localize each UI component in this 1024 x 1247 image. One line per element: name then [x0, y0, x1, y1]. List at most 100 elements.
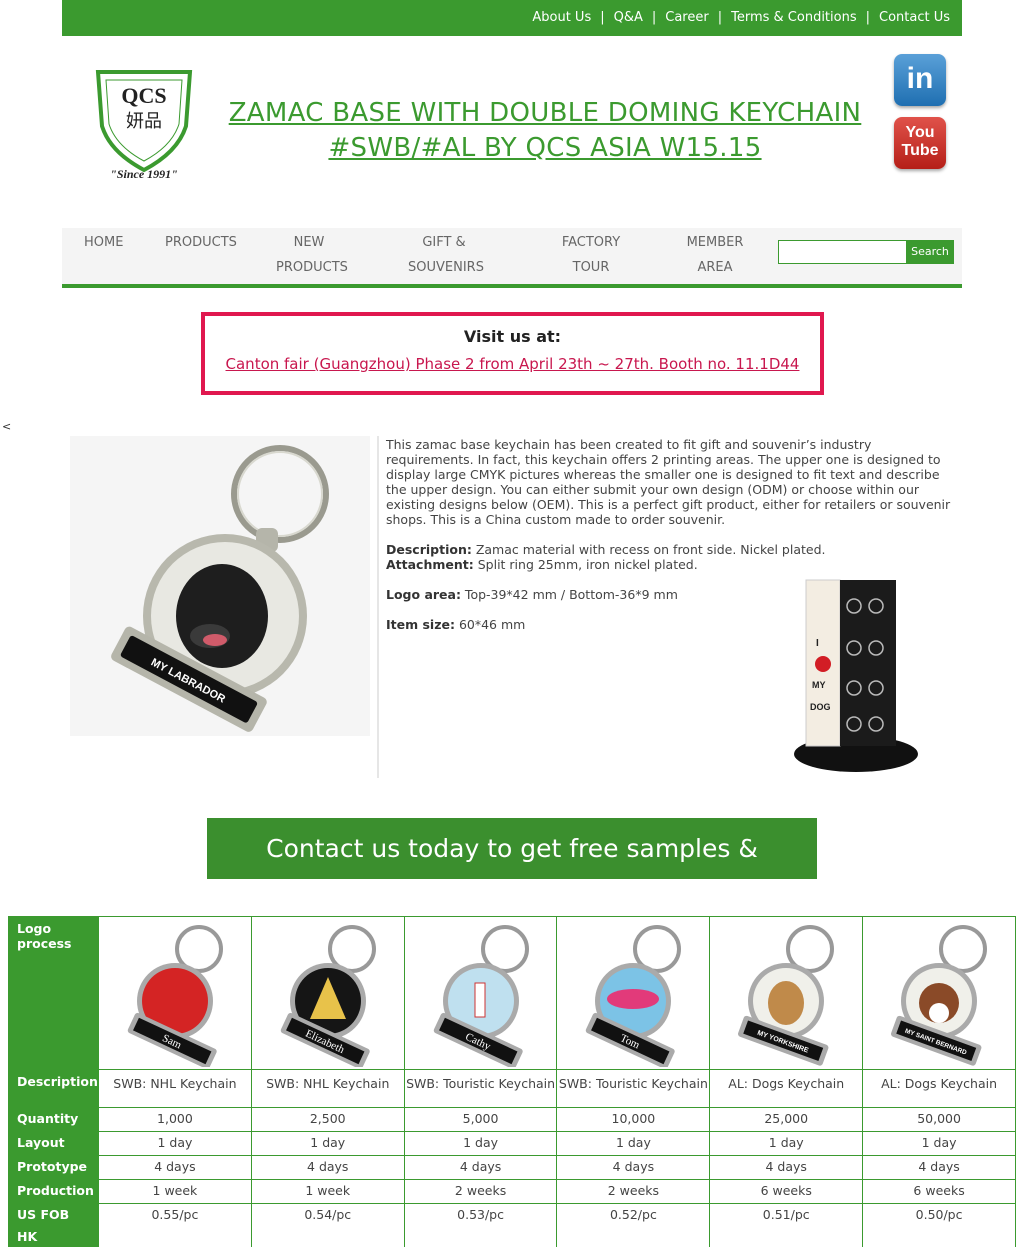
terms-link[interactable]: Terms & Conditions: [731, 10, 857, 25]
row-label-production: Production: [8, 1179, 99, 1204]
keychain-cell: Tom: [556, 916, 711, 1070]
table-cell: SWB: NHL Keychain: [250, 1069, 405, 1108]
table-cell: 1 day: [403, 1131, 558, 1156]
table-row: Production 1 week 1 week 2 weeks 2 weeks…: [8, 1179, 1016, 1204]
keychain-cell: Sam: [98, 916, 252, 1070]
row-label-description: Description: [8, 1069, 99, 1108]
table-row: US FOB HK 0.55/pc 0.54/pc 0.53/pc 0.52/p…: [8, 1203, 1016, 1247]
page-title: ZAMAC BASE WITH DOUBLE DOMING KEYCHAIN #…: [210, 96, 880, 166]
nav-home[interactable]: HOME: [84, 230, 123, 255]
visit-title: Visit us at:: [463, 327, 562, 346]
lighthouse-keychain-icon: Cathy: [433, 925, 529, 1067]
table-cell: 0.54/pc: [250, 1203, 405, 1247]
top-bar: About Us | Q&A | Career | Terms & Conditions | C…: [62, 0, 962, 36]
qcs-logo[interactable]: QCS 妍品 "Since 1991": [94, 66, 194, 186]
table-cell: 1,000: [98, 1107, 252, 1132]
linkedin-icon[interactable]: in: [894, 54, 946, 106]
pricing-table: Logo process Sam Elizabeth Cathy Tom MY …: [8, 916, 1016, 1247]
linkedin-label: in: [906, 62, 934, 95]
row-label-quantity: Quantity: [8, 1107, 99, 1132]
keychain-cell: Cathy: [403, 916, 558, 1070]
table-cell: 2 weeks: [556, 1179, 711, 1204]
logo-area-value: Top-39*42 mm / Bottom-36*9 mm: [460, 587, 678, 602]
youtube-label-2: Tube: [901, 142, 939, 159]
nav-factory-tour[interactable]: FACTORY TOUR: [558, 230, 624, 280]
nav-gift-line-1: GIFT &: [422, 235, 466, 250]
nav-new-products[interactable]: NEW PRODUCTS: [276, 230, 348, 280]
nav-factory-line-2: TOUR: [572, 260, 610, 275]
row-label-prototype: Prototype: [8, 1155, 99, 1180]
table-cell: 6 weeks: [709, 1179, 864, 1204]
keychain-cell: Elizabeth: [250, 916, 405, 1070]
nav-member-line-1: MEMBER: [686, 235, 744, 250]
table-cell: 0.50/pc: [862, 1203, 1016, 1247]
product-image: MY LABRADOR: [70, 436, 370, 736]
table-cell: 1 week: [98, 1179, 252, 1204]
nhl-senators-keychain-icon: Sam: [127, 925, 223, 1067]
top-links: About Us | Q&A | Career | Terms & Conditions | C…: [532, 10, 950, 25]
nav-new-line-1: NEW: [293, 235, 325, 250]
desc-label: Description:: [386, 542, 472, 557]
keychain-cell: MY SAINT BERNARD: [862, 916, 1016, 1070]
contact-us-link[interactable]: Contact Us: [879, 10, 950, 25]
youtube-icon[interactable]: You Tube: [894, 117, 946, 169]
table-row: Layout 1 day 1 day 1 day 1 day 1 day 1 d…: [8, 1131, 1016, 1156]
nav-gift-souvenirs[interactable]: GIFT & SOUVENIRS: [408, 230, 484, 280]
table-cell: 1 day: [250, 1131, 405, 1156]
table-cell: SWB: NHL Keychain: [98, 1069, 252, 1108]
display-text-2: MY: [812, 680, 826, 690]
yorkshire-keychain-icon: MY YORKSHIRE: [738, 925, 835, 1066]
table-cell: AL: Dogs Keychain: [862, 1069, 1016, 1108]
table-row: Quantity 1,000 2,500 5,000 10,000 25,000…: [8, 1107, 1016, 1132]
product-specs: Description: Zamac material with recess …: [386, 542, 961, 572]
table-cell: 4 days: [250, 1155, 405, 1180]
table-cell: SWB: Touristic Keychain: [403, 1069, 558, 1108]
row-label-logo-process: Logo process: [8, 916, 99, 1070]
separator: |: [651, 10, 657, 25]
row-label-layout: Layout: [8, 1131, 99, 1156]
nav-member-area[interactable]: MEMBER AREA: [682, 230, 748, 280]
about-us-link[interactable]: About Us: [532, 10, 591, 25]
table-row: Prototype 4 days 4 days 4 days 4 days 4 …: [8, 1155, 1016, 1180]
attachment-label: Attachment:: [386, 557, 474, 572]
qa-link[interactable]: Q&A: [614, 10, 643, 25]
nhl-penguins-keychain-icon: Elizabeth: [280, 925, 376, 1067]
display-text-3: DOG: [810, 702, 831, 712]
table-cell: 5,000: [403, 1107, 558, 1132]
shield-icon: QCS 妍品 "Since 1991": [95, 70, 193, 181]
table-cell: 1 day: [98, 1131, 252, 1156]
stray-character: <: [2, 420, 12, 433]
separator: |: [717, 10, 723, 25]
las-vegas-keychain-icon: Tom: [586, 925, 682, 1067]
table-cell: 4 days: [862, 1155, 1016, 1180]
career-link[interactable]: Career: [665, 10, 708, 25]
table-cell: 2 weeks: [403, 1179, 558, 1204]
keychain-cell: MY YORKSHIRE: [709, 916, 864, 1070]
table-row: Logo process Sam Elizabeth Cathy Tom MY …: [8, 916, 1016, 1070]
table-cell: 4 days: [556, 1155, 711, 1180]
canton-fair-link[interactable]: Canton fair (Guangzhou) Phase 2 from Apr…: [205, 355, 820, 373]
table-cell: 2,500: [250, 1107, 405, 1132]
nav-new-line-2: PRODUCTS: [276, 260, 348, 275]
vertical-divider: [377, 436, 379, 778]
search-input[interactable]: [778, 240, 908, 264]
table-cell: 1 week: [250, 1179, 405, 1204]
table-cell: 1 day: [556, 1131, 711, 1156]
title-line-2: #SWB/#AL BY QCS ASIA W15.15: [328, 133, 762, 163]
separator: |: [865, 10, 870, 25]
table-cell: SWB: Touristic Keychain: [556, 1069, 711, 1108]
logo-area-label: Logo area:: [386, 587, 461, 602]
table-cell: 1 day: [709, 1131, 864, 1156]
item-size-label: Item size:: [386, 617, 455, 632]
table-cell: 10,000: [556, 1107, 711, 1132]
contact-cta-banner[interactable]: Contact us today to get free samples & p…: [207, 818, 817, 924]
table-cell: 0.55/pc: [98, 1203, 252, 1247]
product-intro: This zamac base keychain has been create…: [386, 437, 951, 527]
table-cell: 4 days: [709, 1155, 864, 1180]
row-label-us-fob-hk: US FOB HK: [8, 1203, 99, 1247]
search-button[interactable]: Search: [906, 240, 954, 264]
table-cell: 0.51/pc: [709, 1203, 864, 1247]
nav-products[interactable]: PRODUCTS: [165, 230, 237, 255]
youtube-label-1: You: [905, 124, 935, 141]
table-cell: 0.52/pc: [556, 1203, 711, 1247]
